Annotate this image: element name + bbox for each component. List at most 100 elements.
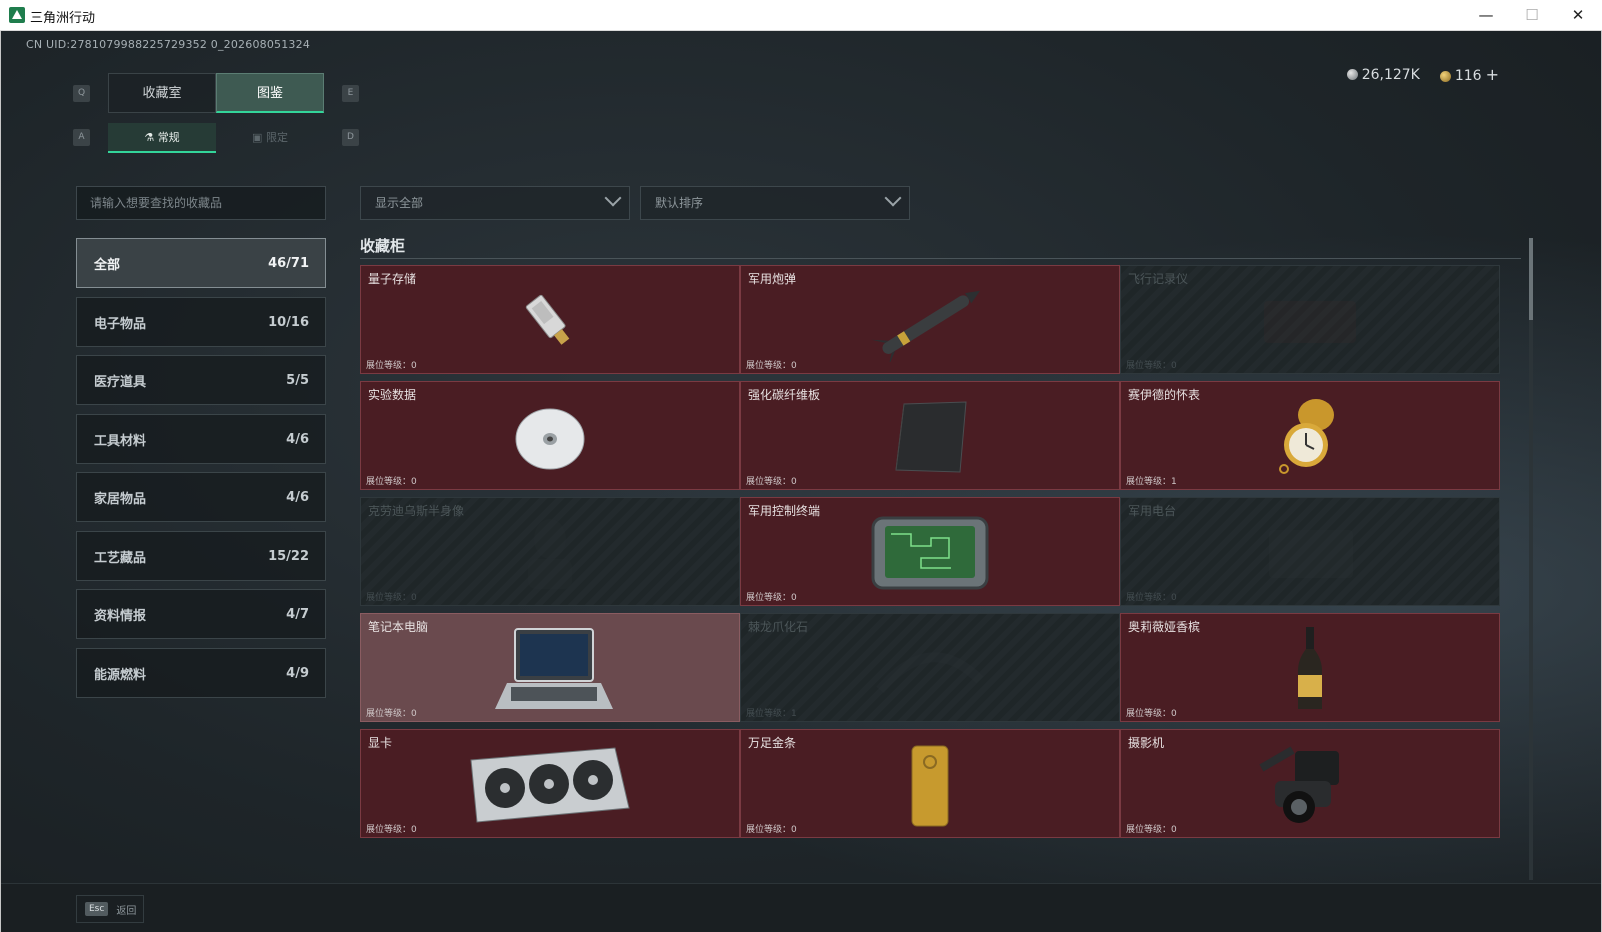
- collection-card[interactable]: 奥莉薇娅香槟 展位等级：0: [1120, 613, 1500, 722]
- category-label: 资料情报: [94, 608, 147, 624]
- category-energy[interactable]: 能源燃料 4/9: [76, 648, 326, 698]
- card-level-value: 1: [791, 709, 797, 719]
- collection-card[interactable]: 笔记本电脑 展位等级：0: [360, 613, 740, 722]
- subtab-next-key-hint: D: [342, 129, 359, 146]
- subtab-limited-label: 限定: [265, 131, 288, 144]
- collection-card[interactable]: 显卡展位等级：0: [360, 729, 740, 838]
- card-level-label: 展位等级：: [746, 593, 792, 603]
- collection-card[interactable]: 棘龙爪化石 展位等级：1: [740, 613, 1120, 722]
- card-level-label: 展位等级：: [366, 477, 412, 487]
- collection-card[interactable]: 克劳迪乌斯半身像 展位等级：0: [360, 497, 740, 606]
- collection-card[interactable]: 军用控制终端 展位等级：0: [740, 497, 1120, 606]
- card-item-name: 赛伊德的怀表: [1128, 388, 1201, 402]
- bust-icon: [510, 509, 590, 603]
- card-level-label: 展位等级：: [1126, 825, 1172, 835]
- silver-coin-icon: [1346, 69, 1358, 80]
- filter-show-value: 显示全部: [375, 196, 424, 210]
- collection-card[interactable]: 赛伊德的怀表 展位等级：1: [1120, 381, 1500, 490]
- category-count: 4/7: [286, 606, 309, 622]
- tab-collection-room[interactable]: 收藏室: [108, 73, 216, 113]
- grid-scrollbar[interactable]: [1529, 238, 1533, 880]
- flask-icon: ⚗: [144, 131, 155, 144]
- usb-drive-icon: [515, 287, 585, 361]
- collection-card[interactable]: 摄影机 展位等级：0: [1120, 729, 1500, 838]
- card-level: 展位等级：0: [1126, 358, 1177, 371]
- category-count: 10/16: [268, 314, 309, 330]
- tab-codex[interactable]: 图鉴: [216, 73, 324, 113]
- category-count: 4/6: [286, 431, 309, 447]
- disc-icon: [510, 403, 590, 477]
- filter-show-dropdown[interactable]: 显示全部: [360, 186, 630, 220]
- card-level-label: 展位等级：: [366, 361, 412, 371]
- card-item-name: 飞行记录仪: [1128, 272, 1189, 286]
- card-level: 展位等级：1: [1126, 474, 1177, 487]
- card-level-value: 0: [411, 709, 417, 719]
- card-level: 展位等级：0: [1126, 822, 1177, 835]
- collection-card[interactable]: 军用炮弹 展位等级：0: [740, 265, 1120, 374]
- back-button[interactable]: Esc 返回: [76, 895, 144, 923]
- tab-next-key-hint: E: [342, 85, 359, 102]
- collection-card[interactable]: 万足金条 展位等级：0: [740, 729, 1120, 838]
- silver-amount: 26,127K: [1361, 66, 1420, 83]
- card-item-name: 实验数据: [368, 388, 417, 402]
- card-level: 展位等级：0: [366, 474, 417, 487]
- collection-card[interactable]: 飞行记录仪展位等级：0: [1120, 265, 1500, 374]
- card-level-label: 展位等级：: [746, 825, 792, 835]
- window-title: 三角洲行动: [30, 11, 96, 26]
- category-household[interactable]: 家居物品 4/6: [76, 472, 326, 522]
- subtab-regular[interactable]: ⚗ 常规: [108, 123, 216, 153]
- currency-bar: 26,127K 116 +: [1346, 65, 1499, 84]
- card-level: 展位等级：0: [366, 706, 417, 719]
- category-tools[interactable]: 工具材料 4/6: [76, 414, 326, 464]
- subtab-limited[interactable]: ▣ 限定: [216, 123, 324, 153]
- laptop-icon: [485, 625, 615, 719]
- close-button[interactable]: ✕: [1555, 0, 1601, 31]
- category-intel[interactable]: 资料情报 4/7: [76, 589, 326, 639]
- window-titlebar: 三角洲行动 — ☐ ✕: [0, 0, 1602, 31]
- card-item-name: 军用控制终端: [748, 504, 821, 518]
- card-level: 展位等级：0: [746, 474, 797, 487]
- chevron-down-icon: [604, 189, 622, 207]
- card-item-name: 显卡: [368, 736, 393, 750]
- category-count: 5/5: [286, 372, 309, 388]
- card-level-label: 展位等级：: [366, 709, 412, 719]
- card-level-value: 0: [411, 361, 417, 371]
- maximize-button[interactable]: ☐: [1509, 0, 1555, 31]
- category-count: 15/22: [268, 548, 309, 564]
- card-item-name: 克劳迪乌斯半身像: [368, 504, 465, 518]
- scrollbar-thumb[interactable]: [1529, 238, 1533, 320]
- card-item-name: 奥莉薇娅香槟: [1128, 620, 1201, 634]
- category-label: 能源燃料: [94, 667, 147, 683]
- sort-dropdown[interactable]: 默认排序: [640, 186, 910, 220]
- card-level-value: 0: [1171, 593, 1177, 603]
- category-medical[interactable]: 医疗道具 5/5: [76, 355, 326, 405]
- category-all[interactable]: 全部 46/71: [76, 238, 326, 288]
- add-currency-button[interactable]: +: [1486, 65, 1499, 84]
- card-level-label: 展位等级：: [746, 709, 792, 719]
- collection-card[interactable]: 实验数据展位等级：0: [360, 381, 740, 490]
- app-logo-icon: [9, 7, 25, 23]
- gold-bar-icon: [908, 744, 952, 832]
- collection-card[interactable]: 强化碳纤维板 展位等级：0: [740, 381, 1120, 490]
- category-electronics[interactable]: 电子物品 10/16: [76, 297, 326, 347]
- card-level: 展位等级：0: [366, 822, 417, 835]
- tab-prev-key-hint: Q: [73, 85, 90, 102]
- card-level-value: 0: [411, 825, 417, 835]
- card-level: 展位等级：0: [1126, 590, 1177, 603]
- minimize-button[interactable]: —: [1463, 0, 1509, 31]
- section-title: 收藏柜: [360, 237, 406, 255]
- card-level-label: 展位等级：: [366, 593, 412, 603]
- gold-amount: 116: [1454, 68, 1482, 84]
- card-level-label: 展位等级：: [746, 477, 792, 487]
- category-crafts[interactable]: 工艺藏品 15/22: [76, 531, 326, 581]
- card-level-value: 0: [411, 477, 417, 487]
- collection-search-input[interactable]: 请输入想要查找的收藏品: [76, 186, 326, 220]
- camera-icon: [1255, 741, 1365, 835]
- collection-card[interactable]: 军用电台 展位等级：0: [1120, 497, 1500, 606]
- esc-key-hint: Esc: [85, 902, 109, 916]
- card-level: 展位等级：0: [366, 590, 417, 603]
- subtab-prev-key-hint: A: [73, 129, 90, 146]
- collection-card[interactable]: 量子存储 展位等级：0: [360, 265, 740, 374]
- gold-currency[interactable]: 116 +: [1439, 65, 1499, 84]
- category-label: 工艺藏品: [94, 550, 147, 566]
